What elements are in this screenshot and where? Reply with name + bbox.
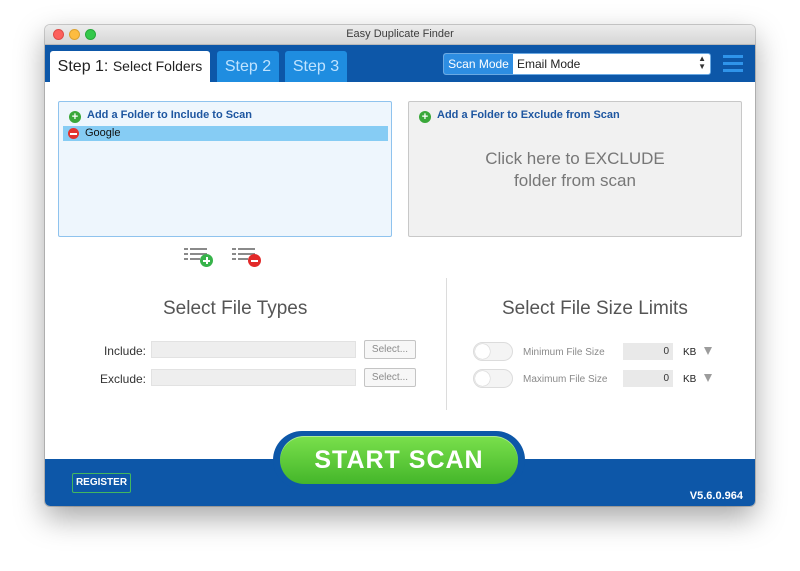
size-limits-title: Select File Size Limits	[502, 298, 688, 320]
up-down-arrows-icon: ▲▼	[698, 55, 706, 71]
max-unit-dropdown-icon[interactable]	[704, 374, 712, 382]
minus-badge-icon	[248, 254, 261, 267]
file-types-title: Select File Types	[163, 298, 307, 320]
include-select-button[interactable]: Select...	[364, 340, 416, 359]
tab-step-1-prefix: Step 1:	[58, 58, 109, 75]
window-title: Easy Duplicate Finder	[45, 28, 755, 40]
exclude-hint: Click here to EXCLUDE folder from scan	[409, 148, 741, 192]
min-size-label: Minimum File Size	[523, 347, 605, 358]
include-types-input[interactable]	[151, 341, 356, 358]
exclude-label: Exclude:	[86, 372, 146, 386]
title-bar: Easy Duplicate Finder	[45, 25, 755, 45]
add-exclude-folder-link[interactable]: + Add a Folder to Exclude from Scan	[419, 109, 620, 123]
min-unit-dropdown-icon[interactable]	[704, 347, 712, 355]
min-size-toggle[interactable]	[473, 342, 513, 361]
register-button[interactable]: REGISTER	[72, 473, 131, 493]
app-window: Easy Duplicate Finder Step 1: Select Fol…	[45, 25, 755, 506]
max-size-label: Maximum File Size	[523, 374, 607, 385]
add-include-folder-link[interactable]: + Add a Folder to Include to Scan	[69, 109, 252, 123]
plus-badge-icon	[200, 254, 213, 267]
scan-mode-select[interactable]: Scan Mode Email Mode ▲▼	[443, 53, 711, 75]
remove-circle-icon[interactable]	[68, 128, 79, 139]
add-folder-list-button[interactable]	[183, 245, 215, 267]
scan-mode-badge: Scan Mode	[444, 54, 513, 74]
min-size-input[interactable]: 0	[623, 343, 673, 360]
include-folders-panel[interactable]: + Add a Folder to Include to Scan Google	[58, 101, 392, 237]
tab-step-2[interactable]: Step 2	[217, 51, 279, 82]
exclude-hint-line-2: folder from scan	[409, 170, 741, 192]
menu-icon[interactable]	[723, 55, 743, 76]
exclude-panel-header: Add a Folder to Exclude from Scan	[437, 109, 620, 121]
scan-mode-value: Email Mode	[517, 57, 580, 71]
tab-step-1[interactable]: Step 1: Select Folders	[50, 51, 210, 82]
max-size-toggle[interactable]	[473, 369, 513, 388]
remove-folder-list-button[interactable]	[231, 245, 263, 267]
include-label: Include:	[86, 344, 146, 358]
min-size-unit: KB	[683, 347, 696, 358]
exclude-select-button[interactable]: Select...	[364, 368, 416, 387]
start-scan-button[interactable]: START SCAN	[280, 436, 518, 484]
exclude-hint-line-1: Click here to EXCLUDE	[409, 148, 741, 170]
add-circle-icon: +	[419, 111, 431, 123]
exclude-types-input[interactable]	[151, 369, 356, 386]
max-size-unit: KB	[683, 374, 696, 385]
include-panel-header: Add a Folder to Include to Scan	[87, 109, 252, 121]
version-label: V5.6.0.964	[690, 490, 743, 502]
section-divider	[446, 278, 447, 410]
add-circle-icon: +	[69, 111, 81, 123]
top-nav-bar: Step 1: Select Folders Step 2 Step 3 Sca…	[45, 45, 755, 82]
tab-step-1-label: Select Folders	[113, 58, 202, 74]
exclude-folders-panel[interactable]: + Add a Folder to Exclude from Scan Click…	[408, 101, 742, 237]
tab-step-3[interactable]: Step 3	[285, 51, 347, 82]
max-size-input[interactable]: 0	[623, 370, 673, 387]
list-item[interactable]: Google	[63, 126, 388, 141]
folder-name: Google	[85, 127, 120, 139]
